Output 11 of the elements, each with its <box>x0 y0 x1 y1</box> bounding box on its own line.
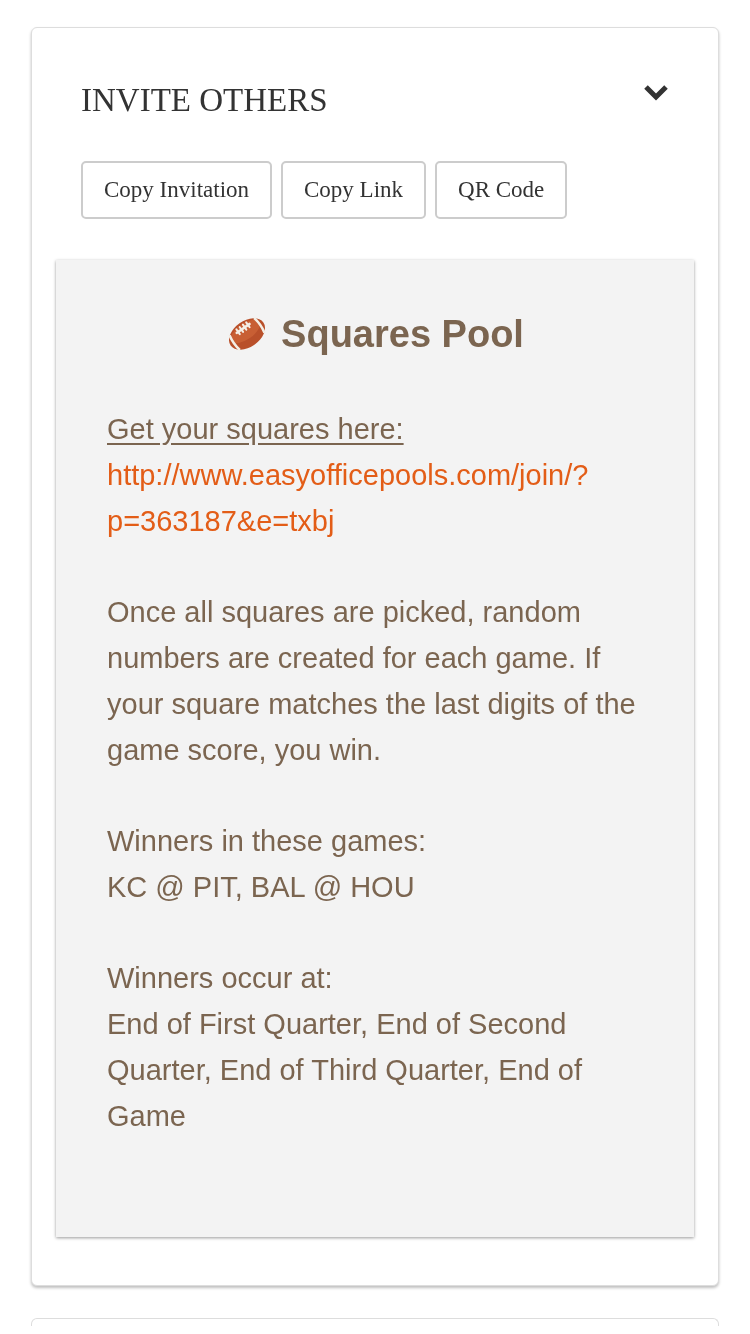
invitation-intro: Get your squares here: <box>107 412 404 447</box>
detail-value: End of First Quarter, End of Second Quarter, End of Third Quarter, End of Game <box>107 1007 583 1134</box>
invite-button[interactable]: Copy Link <box>281 161 427 219</box>
invite-button[interactable]: QR Code <box>435 161 568 219</box>
detail-label: Winners in these games: <box>107 824 428 859</box>
detail-label: Winners occur at: <box>107 961 334 996</box>
detail-value: KC @ PIT, BAL @ HOU <box>107 870 416 905</box>
description-text: Once all squares are picked, random numbers are created for each game. If your square matches the last digits of the game score, you win. <box>107 595 637 768</box>
invitation-title: Squares Pool <box>281 312 524 356</box>
invite-button[interactable]: Copy Invitation <box>81 161 273 219</box>
section-title: INVITE OTHERS <box>81 86 328 114</box>
